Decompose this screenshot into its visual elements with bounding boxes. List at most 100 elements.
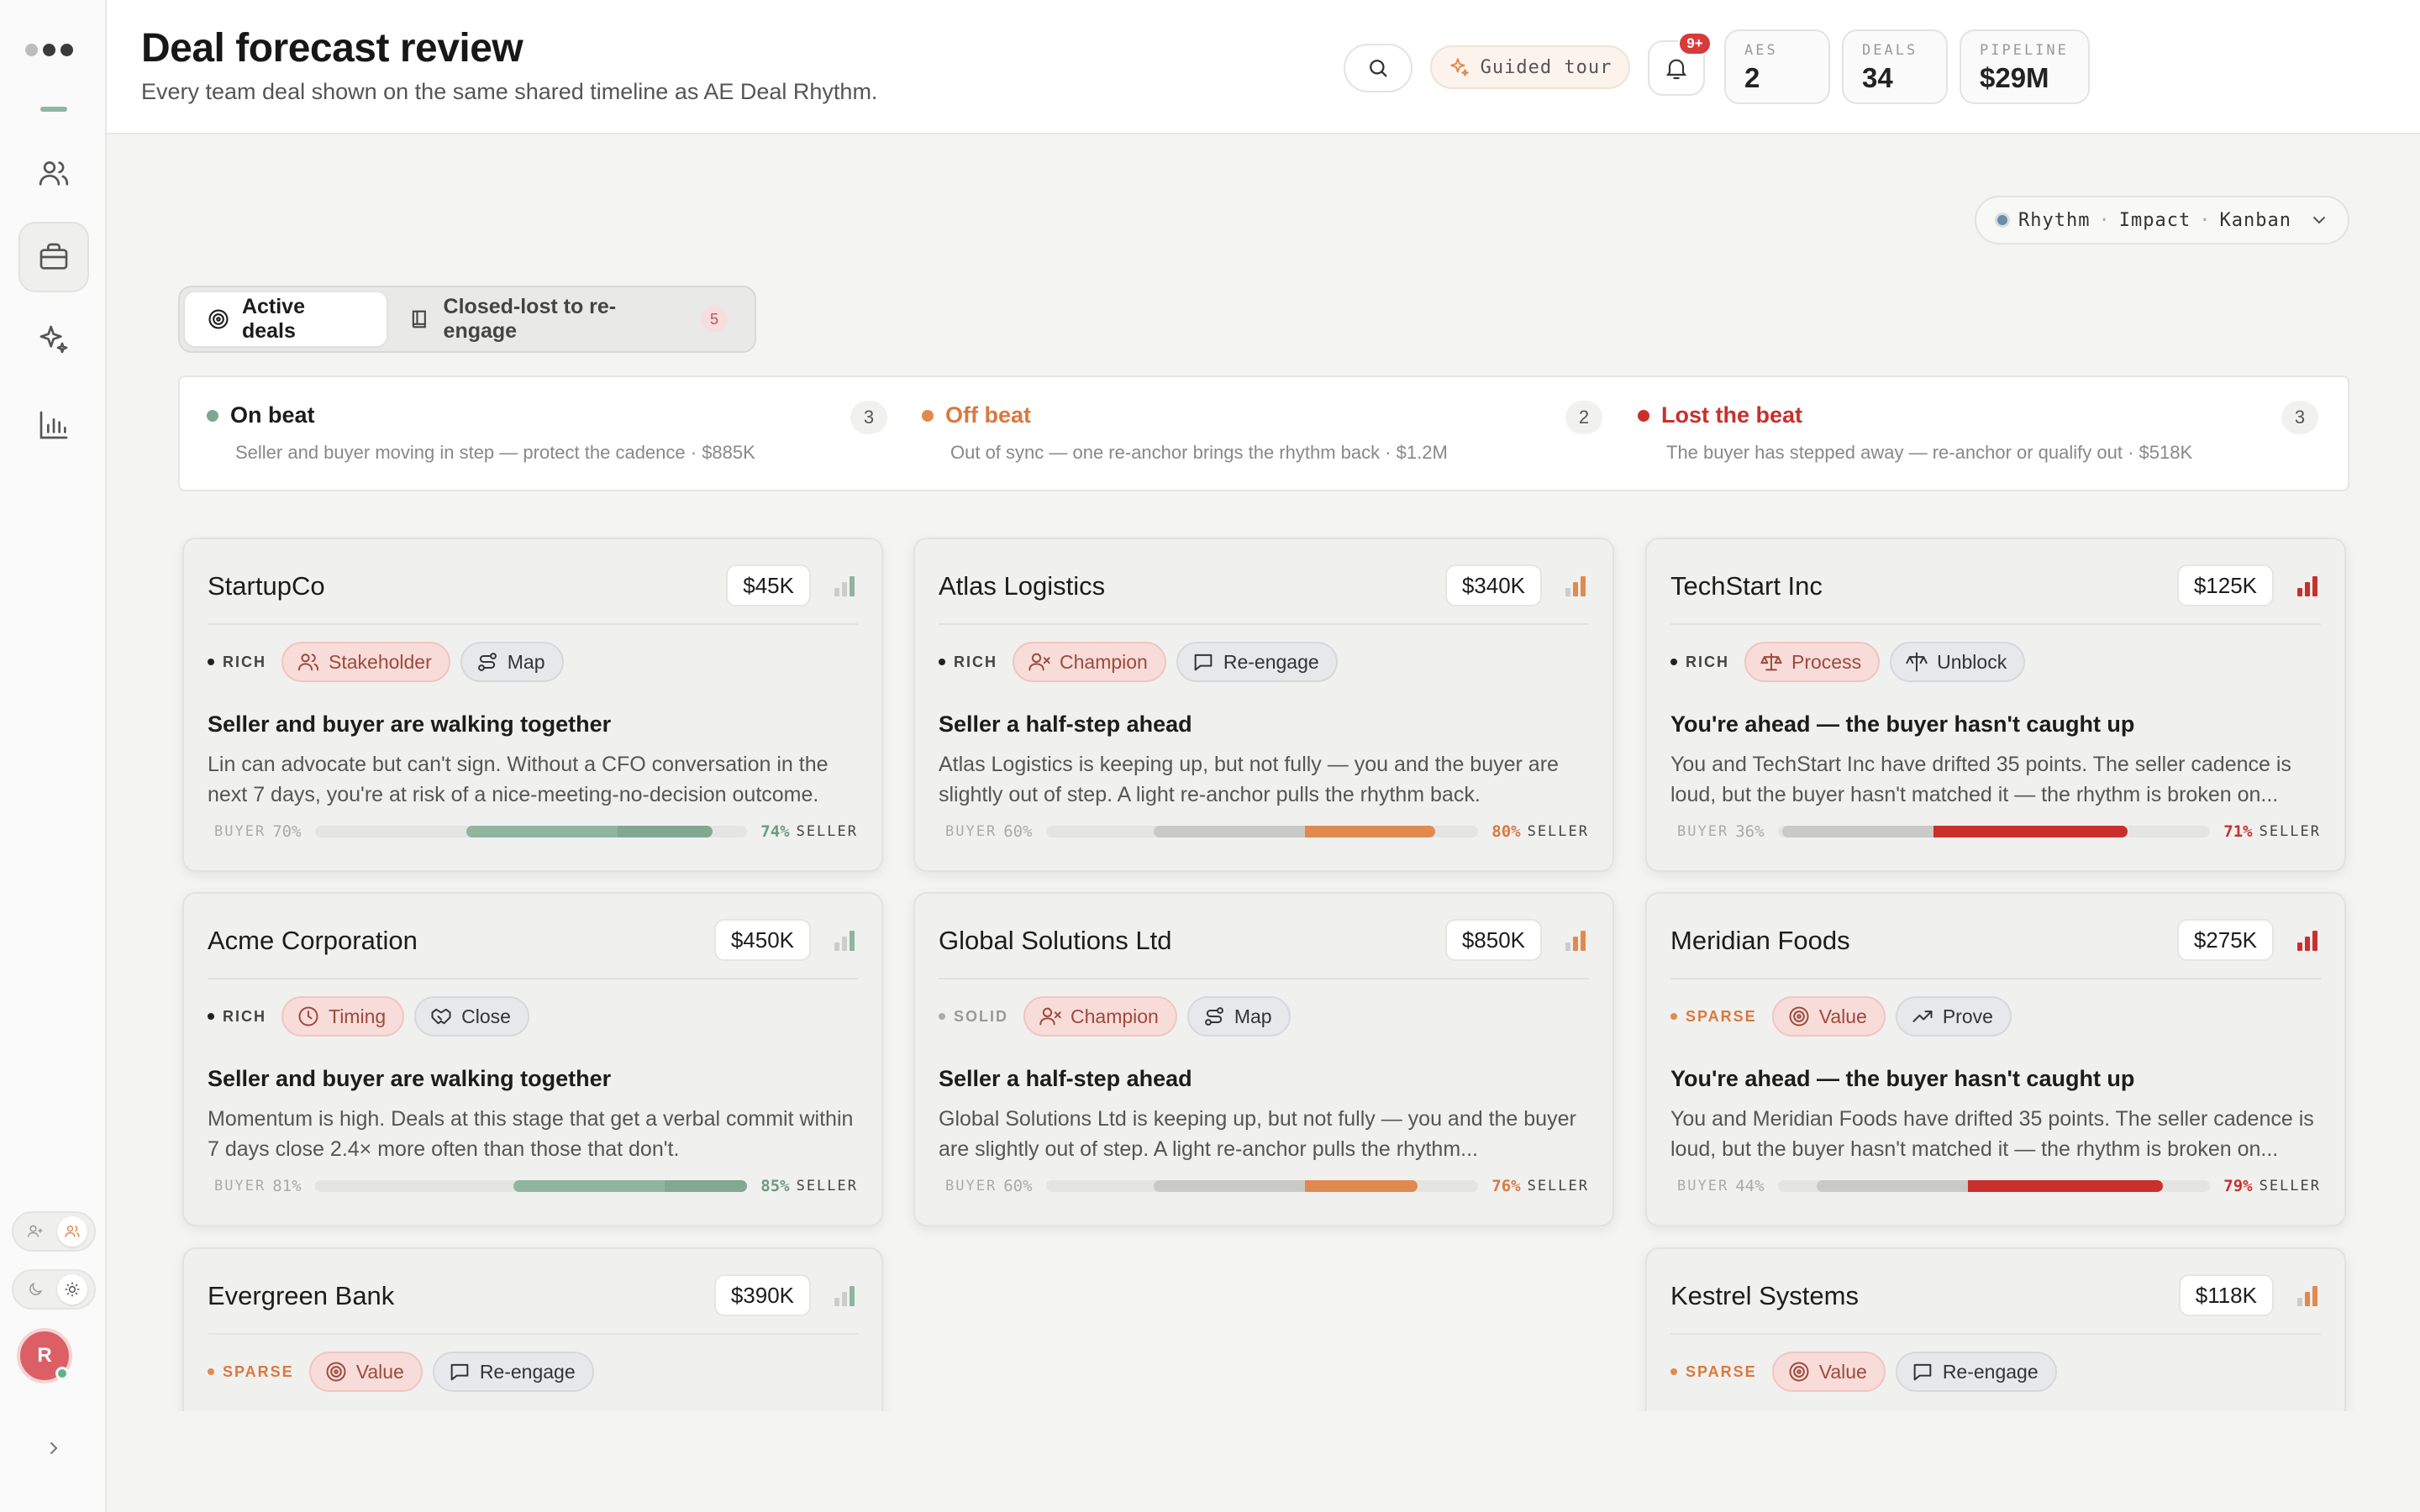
target-icon [1789, 1006, 1809, 1026]
deal-name: Evergreen Bank [208, 1281, 395, 1310]
deal-card[interactable]: Acme Corporation $450K RICH Timing Close… [182, 892, 883, 1226]
status-dot [922, 409, 934, 422]
route-icon [477, 653, 497, 671]
tag-label: Value [1818, 1360, 1867, 1383]
tag-chip[interactable]: Prove [1895, 996, 2012, 1037]
data-richness-label: RICH [939, 654, 997, 671]
trend-icon [1912, 1011, 1933, 1022]
beat-description: The buyer has stepped away — re-anchor o… [1666, 442, 2193, 463]
deal-headline: Seller a half-step ahead [939, 711, 1192, 737]
target-icon [1789, 1362, 1809, 1382]
stat-label: DEALS [1862, 42, 1918, 59]
view-option-rhythm[interactable]: Rhythm [2018, 210, 2090, 231]
beat-on[interactable]: On beat 3 Seller and buyer moving in ste… [207, 401, 887, 464]
tag-chip[interactable]: Map [460, 642, 564, 682]
richness-dot [1670, 1368, 1677, 1375]
tag-chip[interactable]: Value [1771, 1352, 1886, 1392]
stat-pipeline: PIPELINE $29M [1960, 29, 2090, 104]
tag-chip[interactable]: Map [1186, 996, 1291, 1037]
stat-label: PIPELINE [1980, 42, 2069, 59]
deal-amount: $125K [2176, 564, 2274, 606]
beat-title: Off beat [945, 402, 1032, 428]
card-divider [208, 978, 858, 979]
tag-chip[interactable]: Re-engage [1176, 642, 1338, 682]
tag-chip[interactable]: Stakeholder [281, 642, 450, 682]
deal-card[interactable]: Kestrel Systems $118K SPARSE Value Re-en… [1645, 1247, 2346, 1411]
sidebar-item-deals[interactable] [18, 222, 89, 292]
sidebar-item-analytics[interactable] [18, 390, 89, 460]
role-toggle[interactable] [12, 1211, 96, 1252]
beat-off[interactable]: Off beat 2 Out of sync — one re-anchor b… [922, 401, 1602, 464]
view-switcher[interactable]: Rhythm · Impact · Kanban [1975, 196, 2349, 244]
signal-strength-icon [834, 1286, 855, 1306]
tag-chip[interactable]: Re-engage [432, 1352, 594, 1392]
deal-summary: Global Solutions Ltd is keeping up, but … [939, 1107, 1576, 1161]
beat-title: Lost the beat [1661, 402, 1803, 428]
sun-icon[interactable] [57, 1274, 87, 1305]
tag-chip[interactable]: Close [414, 996, 529, 1037]
tag-row: SOLID Champion Map [939, 996, 1291, 1037]
user-plus-icon[interactable] [20, 1216, 50, 1247]
rhythm-track [314, 1180, 748, 1192]
deal-card[interactable]: Meridian Foods $275K SPARSE Value Prove … [1645, 892, 2346, 1226]
user-x-icon [1039, 1007, 1061, 1026]
tag-chip[interactable]: Champion [1013, 642, 1166, 682]
tag-chip[interactable]: Champion [1023, 996, 1177, 1037]
tag-label: Prove [1942, 1005, 1993, 1027]
tag-chip[interactable]: Re-engage [1895, 1352, 2057, 1392]
moon-icon[interactable] [20, 1274, 50, 1305]
message-icon [1194, 654, 1213, 671]
signal-strength-icon [834, 576, 855, 596]
sidebar-item-team[interactable] [18, 138, 89, 208]
theme-toggle[interactable] [12, 1269, 96, 1310]
deal-card[interactable]: Evergreen Bank $390K SPARSE Value Re-eng… [182, 1247, 883, 1411]
tag-label: Re-engage [1942, 1360, 2039, 1383]
view-option-kanban[interactable]: Kanban [2219, 210, 2291, 231]
tag-chip[interactable]: Process [1744, 642, 1881, 682]
signal-strength-icon [2297, 1286, 2317, 1306]
tag-chip[interactable]: Unblock [1890, 642, 2026, 682]
data-richness-label: RICH [208, 1008, 266, 1026]
deal-name: TechStart Inc [1670, 571, 1823, 601]
card-divider [939, 623, 1589, 625]
signal-strength-icon [2297, 576, 2317, 596]
buyer-percent: 60% [1003, 1177, 1033, 1195]
book-icon [412, 310, 426, 328]
team-toggle-icon[interactable] [57, 1216, 87, 1247]
guided-tour-button[interactable]: Guided tour [1430, 45, 1630, 89]
buyer-label: BUYER [945, 1178, 997, 1194]
tag-chip[interactable]: Value [308, 1352, 423, 1392]
deal-card[interactable]: Atlas Logistics $340K RICH Champion Re-e… [913, 538, 1614, 872]
tag-row: SPARSE Value Re-engage [1670, 1352, 2057, 1392]
tab-closed-lost[interactable]: Closed-lost to re-engage 5 [387, 292, 750, 346]
tag-chip[interactable]: Timing [281, 996, 405, 1037]
buyer-label: BUYER [214, 823, 266, 840]
deal-card[interactable]: StartupCo $45K RICH Stakeholder Map Sell… [182, 538, 883, 872]
tag-label: Unblock [1937, 650, 2007, 673]
unblock-icon [1906, 652, 1928, 672]
beat-summary: On beat 3 Seller and buyer moving in ste… [178, 375, 2349, 491]
view-option-impact[interactable]: Impact [2119, 210, 2191, 231]
deal-summary: Atlas Logistics is keeping up, but not f… [939, 753, 1559, 806]
tag-chip[interactable]: Value [1771, 996, 1886, 1037]
scale-icon [1760, 653, 1782, 671]
deal-amount: $275K [2176, 919, 2274, 961]
tag-row: SPARSE Value Prove [1670, 996, 2012, 1037]
deal-card[interactable]: TechStart Inc $125K RICH Process Unblock… [1645, 538, 2346, 872]
deal-card[interactable]: Global Solutions Ltd $850K SOLID Champio… [913, 892, 1614, 1226]
tab-active-deals[interactable]: Active deals [185, 292, 387, 346]
team-icon [39, 161, 69, 186]
beat-lost[interactable]: Lost the beat 3 The buyer has stepped aw… [1638, 401, 2318, 464]
chevron-right-icon[interactable] [44, 1438, 64, 1458]
richness-dot [1670, 1013, 1677, 1020]
richness-dot [939, 659, 945, 665]
deal-amount: $45K [726, 564, 811, 606]
search-button[interactable] [1344, 44, 1413, 92]
deal-summary: Momentum is high. Deals at this stage th… [208, 1107, 854, 1161]
app-logo[interactable] [25, 44, 73, 56]
route-icon [1204, 1007, 1223, 1026]
sidebar-item-ai[interactable] [18, 304, 89, 375]
seller-percent: 85% [760, 1177, 790, 1195]
stat-value: 2 [1744, 62, 1760, 93]
clock-icon [298, 1006, 318, 1026]
